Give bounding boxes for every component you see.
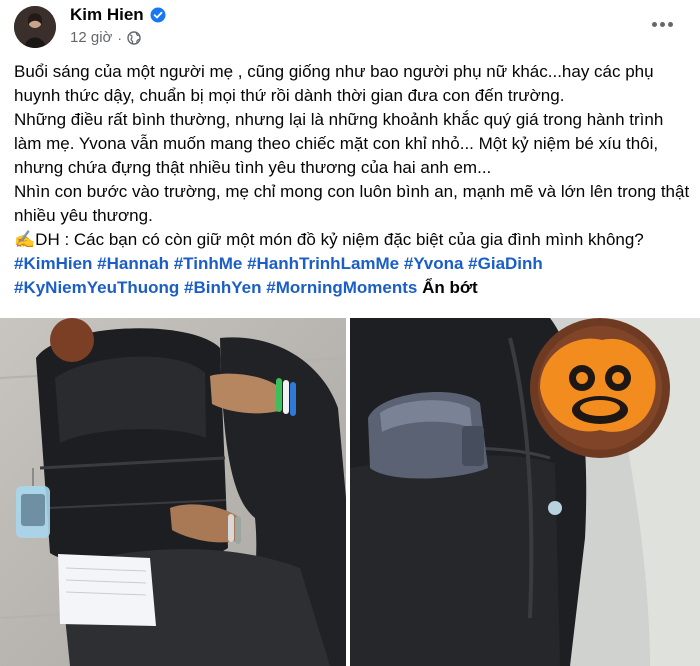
post-photo-monkey-keychain[interactable] (350, 318, 700, 666)
post-paragraph: Những điều rất bình thường, nhưng lại là… (14, 110, 664, 177)
post-paragraph: Nhìn con bước vào trường, mẹ chỉ mong co… (14, 182, 690, 225)
hashtag-list: #KimHien #Hannah #TinhMe #HanhTrinhLamMe… (14, 252, 690, 300)
post-paragraph: ✍️DH : Các bạn có còn giữ một món đồ kỷ … (14, 230, 644, 249)
hashtag-link[interactable]: #HanhTrinhLamMe (247, 254, 399, 273)
post-body: Buổi sáng của một người mẹ , cũng giống … (14, 60, 690, 300)
meta-separator: · (117, 29, 123, 46)
post-photo-backpack-child[interactable] (0, 318, 346, 666)
hashtag-link[interactable]: #Yvona (404, 254, 464, 273)
hashtag-link[interactable]: #KyNiemYeuThuong (14, 278, 179, 297)
author-avatar[interactable] (14, 6, 56, 48)
photo-grid (0, 318, 700, 666)
post-time[interactable]: 12 giờ (70, 29, 112, 46)
hashtag-link[interactable]: #MorningMoments (266, 278, 417, 297)
hashtag-link[interactable]: #TinhMe (174, 254, 243, 273)
see-less-button[interactable]: Ẩn bớt (422, 278, 478, 297)
post-paragraph: Buổi sáng của một người mẹ , cũng giống … (14, 62, 654, 105)
verified-badge-icon (150, 7, 166, 23)
hashtag-link[interactable]: #BinhYen (184, 278, 261, 297)
post-header: Kim Hien 12 giờ · (0, 0, 700, 56)
author-name[interactable]: Kim Hien (70, 5, 144, 25)
hashtag-link[interactable]: #GiaDinh (468, 254, 543, 273)
hashtag-link[interactable]: #KimHien (14, 254, 92, 273)
more-options-icon[interactable] (646, 12, 678, 36)
hashtag-link[interactable]: #Hannah (97, 254, 169, 273)
globe-icon[interactable] (127, 30, 141, 45)
